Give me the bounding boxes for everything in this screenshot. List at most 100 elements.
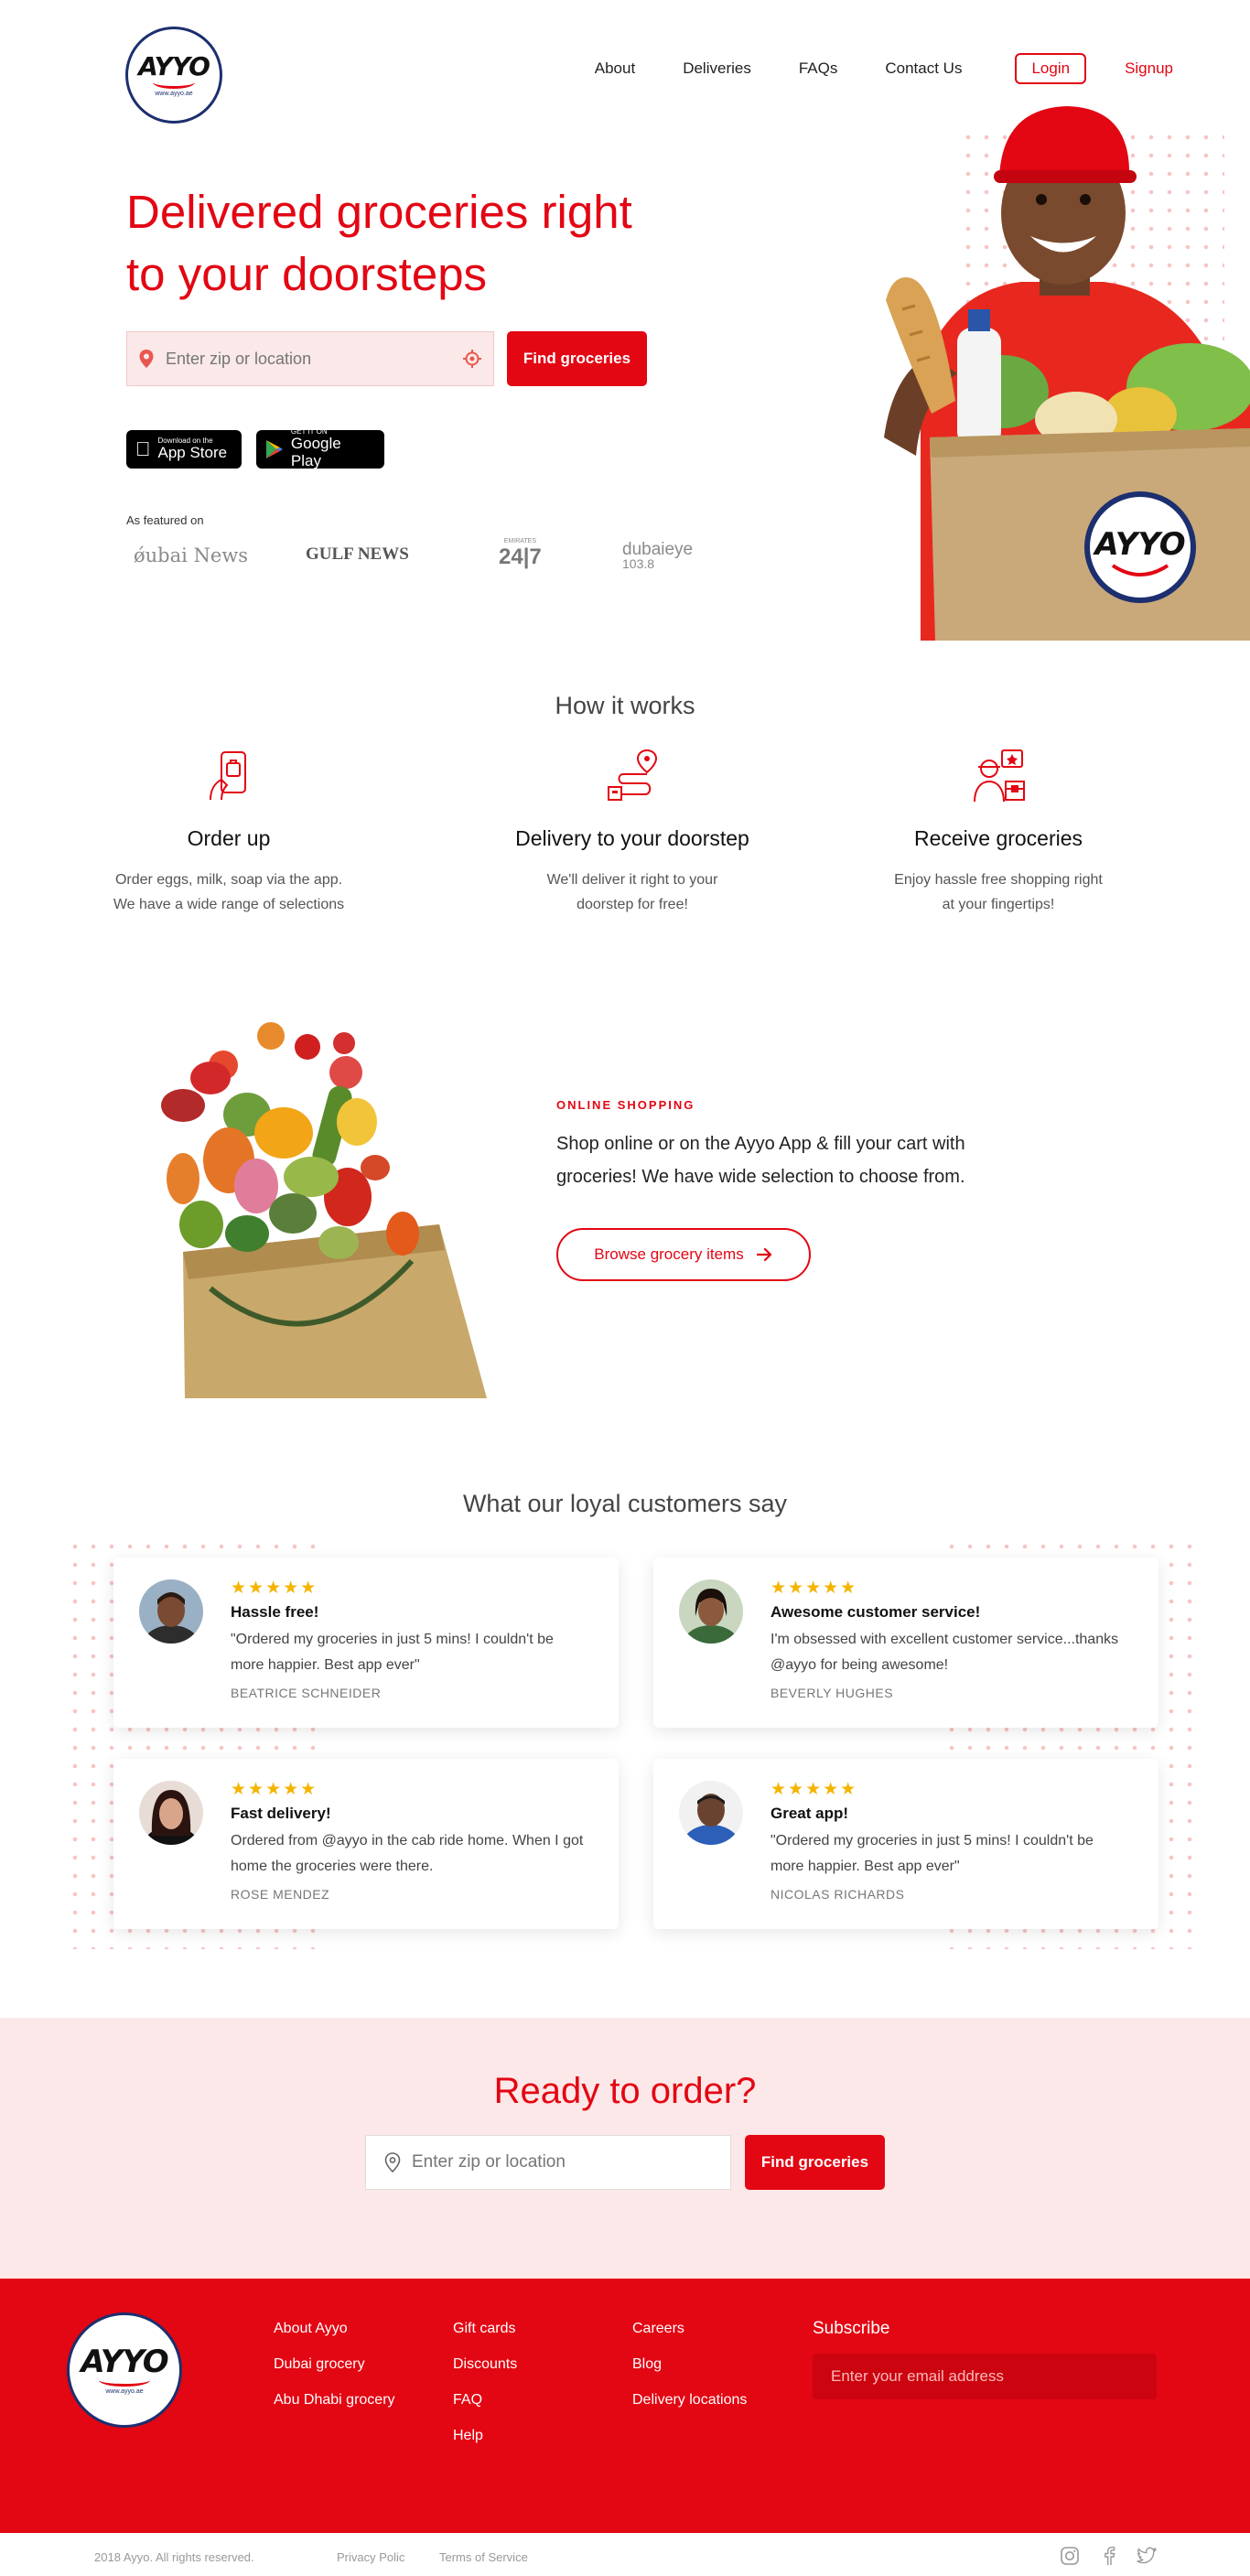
testimonial-card: ★★★★★ Fast delivery! Ordered from @ayyo …	[113, 1759, 619, 1929]
browse-grocery-button[interactable]: Browse grocery items	[556, 1228, 811, 1281]
testimonial-author: BEATRICE SCHNEIDER	[231, 1686, 382, 1700]
nav-deliveries[interactable]: Deliveries	[683, 59, 751, 78]
box-logo-text: AYYO	[1092, 526, 1185, 563]
step-desc-line: We'll deliver it right to your	[546, 872, 718, 888]
page: AYYO www.ayyo.ae About Deliveries FAQs C…	[0, 0, 1250, 2576]
press-dubai-news-text: ǿubai News	[134, 544, 249, 566]
nav-about[interactable]: About	[595, 59, 635, 78]
testimonial-card: ★★★★★ Great app! "Ordered my groceries i…	[653, 1759, 1158, 1929]
cta-location-input[interactable]	[412, 2152, 712, 2172]
footer-link[interactable]: Blog	[632, 2356, 747, 2373]
app-store-badge[interactable]:  Download on theApp Store	[126, 430, 242, 469]
google-play-badge[interactable]: GET IT ON Google Play	[256, 428, 384, 469]
press-gulf-news-text: GULF NEWS	[306, 544, 409, 564]
testimonial-title: Great app!	[770, 1805, 849, 1822]
step-delivery: Delivery to your doorstep We'll deliver …	[440, 747, 824, 917]
app-store-big-text: App Store	[143, 443, 228, 461]
step-title: Receive groceries	[913, 826, 1083, 850]
courier-package-icon	[974, 749, 1025, 803]
step-title: Order up	[187, 826, 271, 850]
testimonial-author: BEVERLY HUGHES	[770, 1686, 894, 1700]
step-receive: Receive groceries Enjoy hassle free shop…	[806, 747, 1191, 917]
locate-me-icon[interactable]	[462, 349, 482, 369]
step-desc-line: Enjoy hassle free shopping right	[894, 872, 1103, 888]
login-button[interactable]: Login	[1015, 53, 1087, 84]
instagram-icon[interactable]	[1060, 2546, 1080, 2566]
hero-search	[126, 331, 494, 386]
browse-grocery-label: Browse grocery items	[594, 1245, 744, 1263]
avatar-face	[159, 1798, 183, 1829]
avatar	[139, 1579, 203, 1644]
step-desc-line: at your fingertips!	[942, 897, 1055, 912]
ready-to-order-section: Ready to order? Find groceries	[0, 2018, 1250, 2279]
press-247-text: 24|7	[499, 544, 542, 569]
delivery-route-icon	[608, 749, 658, 801]
footer-link[interactable]: Discounts	[453, 2356, 517, 2373]
google-play-big-text: Google Play	[290, 435, 341, 469]
press-dubai-news: ǿubai News	[134, 544, 248, 566]
testimonial-quote: "Ordered my groceries in just 5 mins! I …	[770, 1833, 1094, 1874]
testimonial-author: ROSE MENDEZ	[231, 1887, 330, 1902]
step-desc: Order eggs, milk, soap via the app. We ha…	[37, 868, 421, 917]
subscribe-title: Subscribe	[813, 2319, 890, 2338]
privacy-link[interactable]: Privacy Polic	[337, 2550, 404, 2564]
online-shopping-eyebrow: ONLINE SHOPPING	[556, 1098, 695, 1112]
step-desc: Enjoy hassle free shopping right at your …	[806, 868, 1191, 917]
rating-stars: ★★★★★	[770, 1780, 858, 1799]
testimonials-title: What our loyal customers say	[462, 1490, 788, 1517]
twitter-icon[interactable]	[1137, 2546, 1157, 2566]
testimonial-quote: "Ordered my groceries in just 5 mins! I …	[231, 1632, 554, 1673]
testimonial-author: NICOLAS RICHARDS	[770, 1887, 905, 1902]
rating-stars: ★★★★★	[231, 1579, 318, 1598]
footer-logo[interactable]: AYYO www.ayyo.ae	[70, 2315, 179, 2425]
testimonial-title: Fast delivery!	[231, 1805, 331, 1822]
footer-link[interactable]: Careers	[632, 2321, 747, 2337]
main-nav: About Deliveries FAQs Contact Us Login S…	[547, 53, 1173, 84]
terms-link[interactable]: Terms of Service	[439, 2550, 528, 2564]
hero-location-input[interactable]	[166, 349, 462, 369]
step-desc-line: doorstep for free!	[577, 897, 688, 912]
footer-logo-smile	[99, 2374, 150, 2387]
facebook-icon[interactable]	[1099, 2546, 1119, 2566]
testimonial-quote: I'm obsessed with excellent customer ser…	[770, 1632, 1119, 1673]
footer-link[interactable]: Gift cards	[453, 2321, 517, 2337]
press-gulf-news: GULF NEWS	[306, 544, 409, 565]
bottom-bar: 2018 Ayyo. All rights reserved. Privacy …	[0, 2533, 1250, 2576]
footer-link[interactable]: FAQ	[453, 2392, 517, 2409]
apple-icon: 	[135, 437, 151, 461]
how-it-works-title: How it works	[555, 692, 695, 719]
testimonial-title: Hassle free!	[231, 1603, 319, 1621]
testimonial-card: ★★★★★ Hassle free! "Ordered my groceries…	[113, 1557, 619, 1728]
press-emirates-247: EMIRATES 24|7	[499, 538, 542, 570]
header-logo[interactable]: AYYO www.ayyo.ae	[128, 29, 220, 121]
cta-search	[365, 2135, 731, 2190]
footer-link[interactable]: Abu Dhabi grocery	[274, 2392, 395, 2409]
courier-illustration: AYYO	[884, 106, 1250, 641]
testimonial-quote: Ordered from @ayyo in the cab ride home.…	[231, 1833, 584, 1874]
copyright-text: 2018 Ayyo. All rights reserved.	[94, 2550, 254, 2564]
signup-link[interactable]: Signup	[1125, 59, 1173, 78]
logo-url: www.ayyo.ae	[155, 90, 193, 97]
nav-faqs[interactable]: FAQs	[799, 59, 838, 78]
footer-link[interactable]: Dubai grocery	[274, 2356, 395, 2373]
testimonial-title: Awesome customer service!	[770, 1603, 981, 1621]
hero-find-groceries-button[interactable]: Find groceries	[507, 331, 647, 386]
arrow-right-icon	[756, 1247, 771, 1262]
cta-find-groceries-button[interactable]: Find groceries	[745, 2135, 885, 2190]
footer-col-company: About Ayyo Dubai grocery Abu Dhabi groce…	[274, 2321, 395, 2428]
subscribe-email-input[interactable]	[813, 2354, 1157, 2399]
avatar	[679, 1781, 743, 1845]
location-pin-icon	[139, 350, 154, 368]
footer-col-offers: Gift cards Discounts FAQ Help	[453, 2321, 517, 2463]
step-desc-line: Order eggs, milk, soap via the app.	[114, 872, 343, 888]
footer-link[interactable]: About Ayyo	[274, 2321, 395, 2337]
hero-title-line1: Delivered groceries right	[126, 186, 632, 238]
footer-link[interactable]: Help	[453, 2428, 517, 2444]
footer-link[interactable]: Delivery locations	[632, 2392, 747, 2409]
rating-stars: ★★★★★	[770, 1579, 858, 1598]
footer-col-more: Careers Blog Delivery locations	[632, 2321, 747, 2428]
step-order-up: Order up Order eggs, milk, soap via the …	[37, 747, 421, 917]
avatar	[679, 1579, 743, 1644]
nav-contact[interactable]: Contact Us	[885, 59, 962, 78]
location-pin-icon	[384, 2152, 401, 2172]
